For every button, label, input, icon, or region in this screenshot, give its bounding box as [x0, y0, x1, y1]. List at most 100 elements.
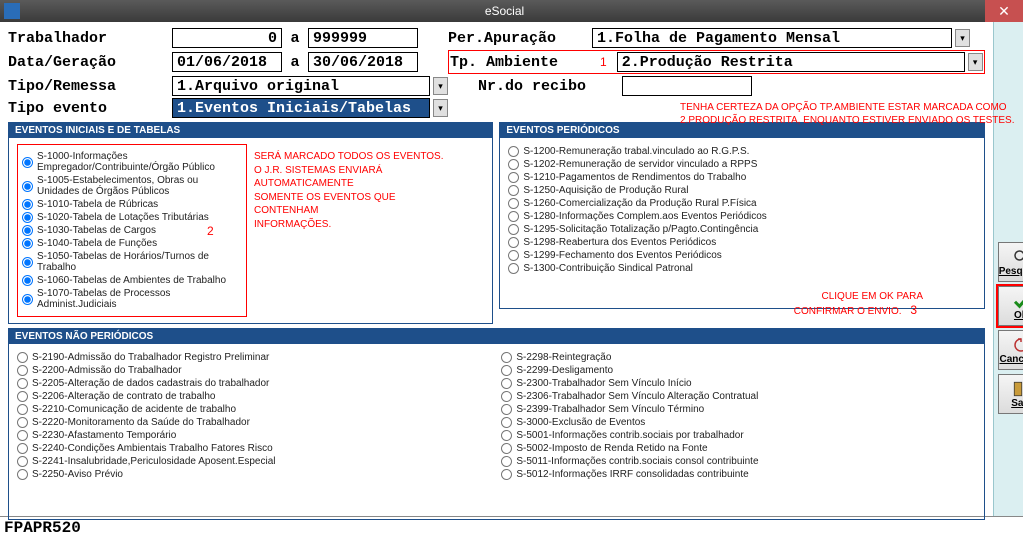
label-tp-ambiente: Tp. Ambiente — [450, 54, 590, 71]
radio-s2299[interactable] — [501, 365, 512, 376]
radio-s2240[interactable] — [17, 443, 28, 454]
radio-s1050[interactable] — [22, 257, 33, 268]
radio-label: S-1070-Tabelas de Processos Administ.Jud… — [37, 288, 242, 310]
pesquisa-button[interactable]: Pesquisa — [998, 242, 1023, 282]
radio-s2230[interactable] — [17, 430, 28, 441]
radio-label: S-2210-Comunicação de acidente de trabal… — [32, 404, 236, 415]
radio-s1010[interactable] — [22, 199, 33, 210]
chevron-down-icon[interactable]: ▾ — [968, 53, 983, 71]
radio-s2205[interactable] — [17, 378, 28, 389]
app-icon — [4, 3, 20, 19]
radio-label: S-2299-Desligamento — [516, 365, 613, 376]
titlebar: eSocial ✕ — [0, 0, 1023, 22]
radio-label: S-1030-Tabelas de Cargos — [37, 225, 156, 236]
radio-s1060[interactable] — [22, 275, 33, 286]
radio-label: S-1210-Pagamentos de Rendimentos do Trab… — [523, 172, 746, 183]
button-column: CLIQUE EM OK PARA CONFIRMAR O ENVIO. 3 P… — [993, 22, 1023, 516]
tipo-evento-select[interactable]: 1.Eventos Iniciais/Tabelas — [172, 98, 430, 118]
chevron-down-icon[interactable]: ▾ — [955, 29, 970, 47]
iniciais-highlight-box: S-1000-Informações Empregador/Contribuin… — [17, 144, 247, 317]
data-to-input[interactable] — [308, 52, 418, 72]
radio-s5001[interactable] — [501, 430, 512, 441]
radio-s1295[interactable] — [508, 224, 519, 235]
radio-s2250[interactable] — [17, 469, 28, 480]
radio-s1210[interactable] — [508, 172, 519, 183]
window-title: eSocial — [24, 4, 985, 18]
radio-label: S-5001-Informações contrib.sociais por t… — [516, 430, 743, 441]
nr-recibo-input[interactable] — [622, 76, 752, 96]
annotation-tp-ambiente: TENHA CERTEZA DA OPÇÃO TP.AMBIENTE ESTAR… — [680, 102, 1015, 127]
group-eventos-nao-periodicos: EVENTOS NÃO PERIÓDICOS S-2190-Admissão d… — [8, 328, 985, 520]
radio-s1300[interactable] — [508, 263, 519, 274]
chevron-down-icon[interactable]: ▾ — [433, 99, 448, 117]
radio-s2306[interactable] — [501, 391, 512, 402]
radio-label: S-2300-Trabalhador Sem Vínculo Início — [516, 378, 691, 389]
radio-s2220[interactable] — [17, 417, 28, 428]
label-per-apuracao: Per.Apuração — [448, 30, 588, 47]
radio-s2300[interactable] — [501, 378, 512, 389]
group-title-nao-periodicos: EVENTOS NÃO PERIÓDICOS — [9, 329, 984, 344]
cancelar-label: Cancelar — [1000, 354, 1023, 365]
radio-s1040[interactable] — [22, 238, 33, 249]
radio-label: S-3000-Exclusão de Eventos — [516, 417, 645, 428]
radio-s5002[interactable] — [501, 443, 512, 454]
trabalhador-to-input[interactable] — [308, 28, 418, 48]
radio-s1260[interactable] — [508, 198, 519, 209]
radio-s1070[interactable] — [22, 294, 33, 305]
tipo-remessa-select[interactable]: 1.Arquivo original — [172, 76, 430, 96]
chevron-down-icon[interactable]: ▾ — [433, 77, 448, 95]
radio-s1030[interactable] — [22, 225, 33, 236]
tp-ambiente-value: 2.Produção Restrita — [622, 54, 793, 71]
radio-s5012[interactable] — [501, 469, 512, 480]
radio-label: S-2240-Condições Ambientais Trabalho Fat… — [32, 443, 273, 454]
radio-label: S-5012-Informações IRRF consolidadas con… — [516, 469, 748, 480]
tp-ambiente-select[interactable]: 2.Produção Restrita — [617, 52, 965, 72]
radio-s1202[interactable] — [508, 159, 519, 170]
radio-label: S-1005-Estabelecimentos, Obras ou Unidad… — [37, 175, 242, 197]
radio-s1298[interactable] — [508, 237, 519, 248]
annotation-num-3: 3 — [910, 303, 917, 317]
radio-s1005[interactable] — [22, 181, 33, 192]
radio-s1000[interactable] — [22, 157, 33, 168]
undo-icon — [1010, 336, 1023, 354]
per-apuracao-select[interactable]: 1.Folha de Pagamento Mensal — [592, 28, 952, 48]
tp-ambiente-highlight: Tp. Ambiente 1 2.Produção Restrita ▾ — [448, 50, 985, 74]
radio-s1200[interactable] — [508, 146, 519, 157]
annotation-num-1: 1 — [600, 55, 607, 69]
cancelar-button[interactable]: Cancelar — [998, 330, 1023, 370]
trabalhador-from-input[interactable] — [172, 28, 282, 48]
radio-s5011[interactable] — [501, 456, 512, 467]
radio-s2200[interactable] — [17, 365, 28, 376]
radio-s2206[interactable] — [17, 391, 28, 402]
radio-label: S-2200-Admissão do Trabalhador — [32, 365, 182, 376]
ok-button[interactable]: Ok — [998, 286, 1023, 326]
radio-s3000[interactable] — [501, 417, 512, 428]
label-tipo-remessa: Tipo/Remessa — [8, 78, 168, 95]
close-button[interactable]: ✕ — [985, 0, 1023, 22]
radio-label: S-1299-Fechamento dos Eventos Periódicos — [523, 250, 721, 261]
label-tipo-evento: Tipo evento — [8, 100, 168, 117]
group-eventos-periodicos: EVENTOS PERIÓDICOS S-1200-Remuneração tr… — [499, 122, 984, 309]
label-data-geracao: Data/Geração — [8, 54, 168, 71]
radio-s1250[interactable] — [508, 185, 519, 196]
annotation-eventos-auto: SERÁ MARCADO TODOS OS EVENTOS. O J.R. SI… — [254, 150, 444, 231]
radio-s2298[interactable] — [501, 352, 512, 363]
radio-s1299[interactable] — [508, 250, 519, 261]
radio-s1280[interactable] — [508, 211, 519, 222]
radio-label: S-2220-Monitoramento da Saúde do Trabalh… — [32, 417, 250, 428]
tipo-remessa-value: 1.Arquivo original — [177, 78, 339, 94]
annotation-num-2: 2 — [207, 224, 214, 238]
radio-label: S-1000-Informações Empregador/Contribuin… — [37, 151, 242, 173]
data-from-input[interactable] — [172, 52, 282, 72]
radio-s2241[interactable] — [17, 456, 28, 467]
radio-label: S-1200-Remuneração trabal.vinculado ao R… — [523, 146, 749, 157]
radio-s1020[interactable] — [22, 212, 33, 223]
radio-s2210[interactable] — [17, 404, 28, 415]
radio-label: S-1040-Tabela de Funções — [37, 238, 157, 249]
radio-label: S-1060-Tabelas de Ambientes de Trabalho — [37, 275, 226, 286]
sair-button[interactable]: Sair — [998, 374, 1023, 414]
ok-label: Ok — [1014, 310, 1023, 321]
tipo-evento-value: 1.Eventos Iniciais/Tabelas — [177, 100, 411, 117]
radio-s2399[interactable] — [501, 404, 512, 415]
radio-s2190[interactable] — [17, 352, 28, 363]
